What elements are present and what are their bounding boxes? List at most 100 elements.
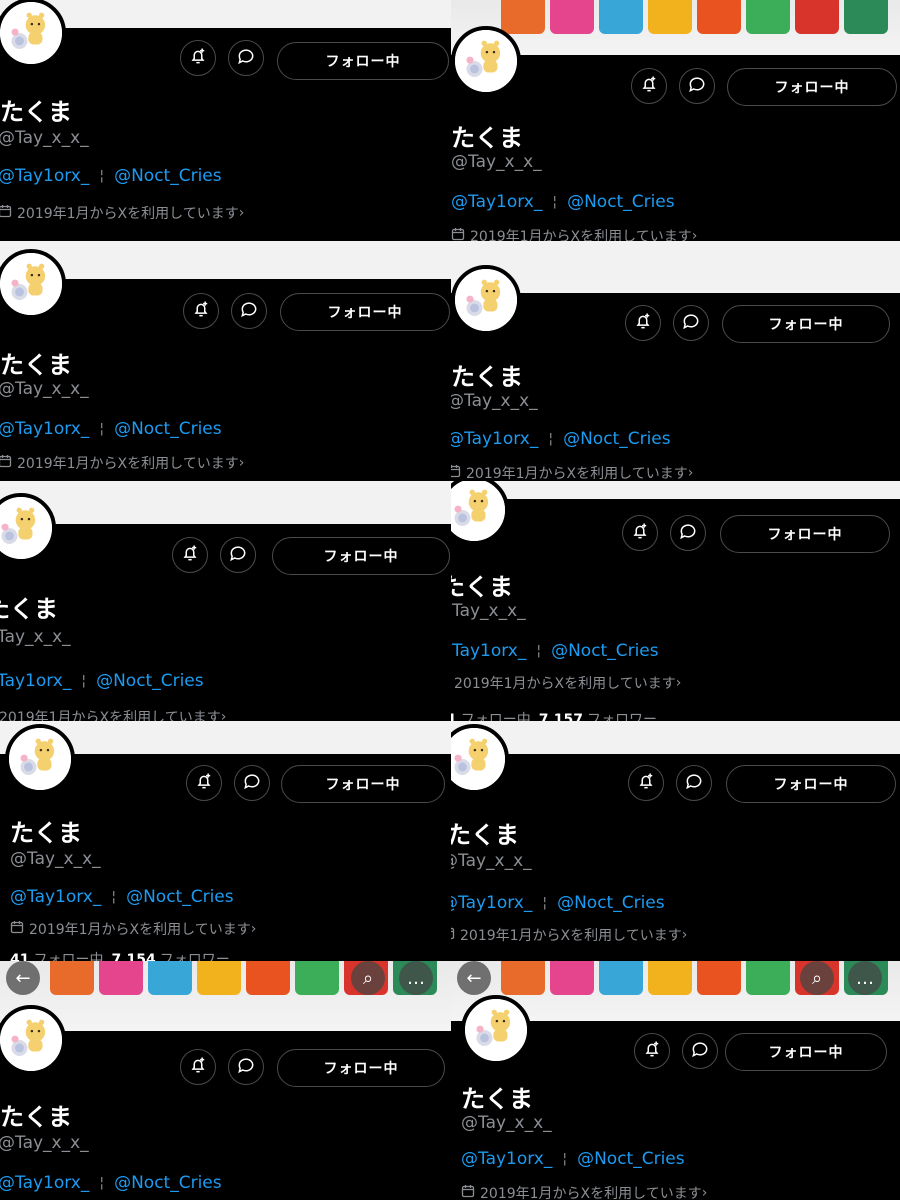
bio-link-tay1orx[interactable]: @Tay1orx_ [461,1149,552,1169]
bio-link-noct-cries[interactable]: @Noct_Cries [126,887,234,907]
bio-link-noct-cries[interactable]: @Noct_Cries [114,1173,222,1193]
joined-text: 2019年1月からXを利用しています [0,710,221,721]
calendar-icon [451,926,460,944]
toy-block [844,0,888,34]
bio-link-tay1orx[interactable]: @Tay1orx_ [451,192,542,212]
joined-date[interactable]: 2019年1月からXを利用しています › [451,925,687,945]
notify-button[interactable] [180,1049,216,1085]
bio-link-noct-cries[interactable]: @Noct_Cries [577,1149,685,1169]
bio-link-noct-cries[interactable]: @Noct_Cries [96,671,204,691]
message-button[interactable] [676,765,712,801]
bio-link-tay1orx[interactable]: @Tay1orx_ [0,166,89,186]
bio-link-noct-cries[interactable]: @Noct_Cries [557,893,665,913]
joined-date[interactable]: 2019年1月からXを利用しています › [10,919,256,939]
joined-date[interactable]: 2019年1月からXを利用しています › [461,1183,707,1200]
calendar-icon [451,464,466,481]
notify-button[interactable] [625,305,661,341]
joined-date[interactable]: 2019年1月からXを利用しています › [451,673,681,693]
joined-date[interactable]: 2019年1月からXを利用しています › [451,463,693,481]
avatar[interactable] [451,265,521,335]
following-button[interactable]: フォロー中 [726,765,896,803]
bio-link-noct-cries[interactable]: @Noct_Cries [551,641,659,661]
followers-count: 7,157 [538,712,584,721]
bio-separator: ¦ [536,643,542,659]
message-button[interactable] [228,40,264,76]
search-icon[interactable]: ⌕ [351,961,385,995]
avatar[interactable] [461,995,531,1065]
bio-link-noct-cries[interactable]: @Noct_Cries [567,192,675,212]
following-button[interactable]: フォロー中 [277,42,449,80]
bio-link-tay1orx[interactable]: @Tay1orx_ [0,671,71,691]
notify-button[interactable] [183,293,219,329]
chevron-right-icon: › [675,675,682,691]
bio-link-tay1orx[interactable]: @Tay1orx_ [451,893,532,913]
notify-button[interactable] [622,515,658,551]
notify-button[interactable] [631,68,667,104]
message-button[interactable] [670,515,706,551]
chat-bubble-icon [239,299,259,323]
following-button[interactable]: フォロー中 [272,537,450,575]
message-button[interactable] [220,537,256,573]
follow-stats[interactable]: 1 フォロー中 7,157 フォロワー [451,709,657,721]
following-button[interactable]: フォロー中 [727,68,897,106]
message-button[interactable] [234,765,270,801]
joined-date[interactable]: 2019年1月からXを利用しています › [0,707,226,721]
username-handle: @Tay_x_x_ [461,1113,552,1133]
avatar[interactable] [5,724,75,794]
banner-toy-blocks [501,0,888,34]
message-button[interactable] [228,1049,264,1085]
message-button[interactable] [231,293,267,329]
bio-link-tay1orx[interactable]: @Tay1orx_ [451,641,526,661]
following-button[interactable]: フォロー中 [725,1033,887,1071]
following-button[interactable]: フォロー中 [281,765,445,803]
bio-separator: ¦ [542,895,548,911]
message-button[interactable] [673,305,709,341]
message-button[interactable] [679,68,715,104]
chevron-right-icon: › [238,455,245,471]
toy-block [246,961,290,995]
bio-link-noct-cries[interactable]: @Noct_Cries [114,419,222,439]
notify-button[interactable] [634,1033,670,1069]
message-button[interactable] [682,1033,718,1069]
followers-label: フォロワー [159,952,230,961]
bio-link-tay1orx[interactable]: @Tay1orx_ [0,419,89,439]
joined-date[interactable]: 2019年1月からXを利用しています › [0,453,244,473]
bio-link-noct-cries[interactable]: @Noct_Cries [563,429,671,449]
header-banner [0,241,451,279]
arrow-left-icon[interactable]: ← [6,961,40,995]
arrow-left-icon[interactable]: ← [457,961,491,995]
search-icon[interactable]: ⌕ [800,961,834,995]
joined-text: 2019年1月からXを利用しています [466,466,688,481]
avatar[interactable] [451,26,521,96]
joined-date[interactable]: 2019年1月からXを利用しています › [451,226,697,241]
bio-link-tay1orx[interactable]: @Tay1orx_ [451,429,538,449]
notify-button[interactable] [172,537,208,573]
calendar-icon [451,227,470,241]
bio-link-noct-cries[interactable]: @Noct_Cries [114,166,222,186]
more-icon[interactable]: … [848,961,882,995]
more-icon[interactable]: … [399,961,433,995]
notify-button[interactable] [628,765,664,801]
joined-date[interactable]: 2019年1月からXを利用しています › [0,203,244,223]
joined-text: 2019年1月からXを利用しています [470,229,692,241]
followers-label: フォロワー [587,712,658,721]
toy-block [599,0,643,34]
following-button[interactable]: フォロー中 [722,305,890,343]
profile-screenshot-tile: フォロー中たくま@Tay_x_x_@Tay1orx_¦@Noct_Cries20… [451,481,900,721]
username-handle: @Tay_x_x_ [451,152,542,172]
notify-button[interactable] [180,40,216,76]
bio-links: @Tay1orx_ ¦ @Noct_Cries [461,1149,685,1169]
bio-link-tay1orx[interactable]: @Tay1orx_ [10,887,101,907]
bio-link-tay1orx[interactable]: @Tay1orx_ [0,1173,89,1193]
following-button[interactable]: フォロー中 [280,293,450,331]
following-button[interactable]: フォロー中 [720,515,890,553]
display-name: たくま [0,351,72,379]
notify-button[interactable] [186,765,222,801]
chat-bubble-icon [236,1055,256,1079]
bell-plus-icon [642,1039,662,1063]
header-banner [0,481,451,524]
joined-text: 2019年1月からXを利用しています [454,676,676,692]
username-handle: @Tay_x_x_ [451,391,538,411]
following-button[interactable]: フォロー中 [277,1049,445,1087]
follow-stats[interactable]: 41 フォロー中 7,154 フォロワー [10,949,230,961]
